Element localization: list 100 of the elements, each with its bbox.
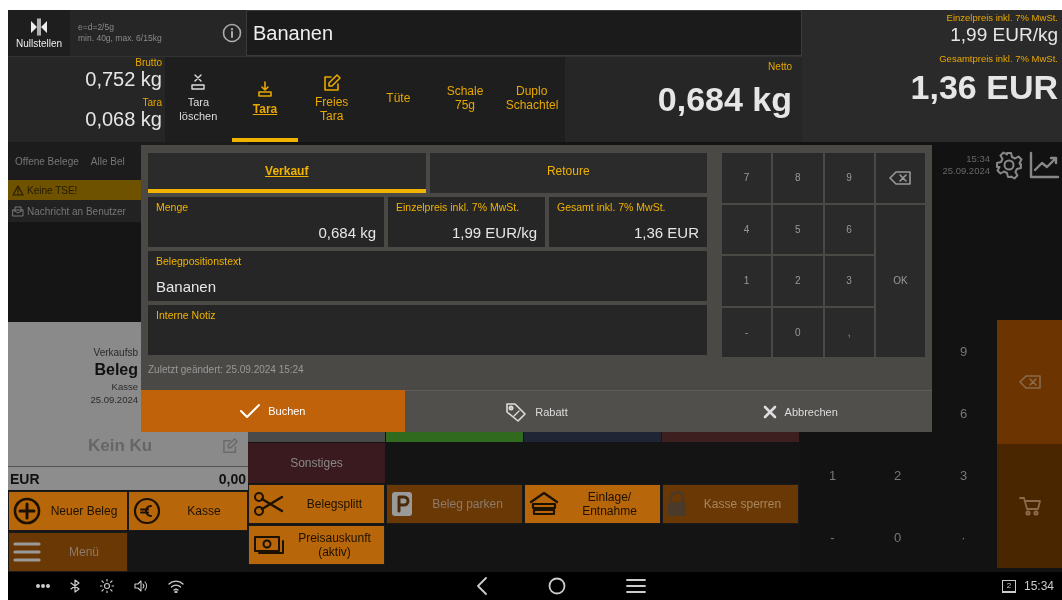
action-button[interactable]: Einlage/ Entnahme	[524, 484, 661, 524]
zero-icon	[29, 17, 49, 36]
category-tile[interactable]	[248, 432, 385, 442]
close-icon	[762, 404, 777, 419]
back-icon	[476, 577, 488, 595]
receipt-tab[interactable]: Alle Bel	[90, 155, 125, 167]
input-field[interactable]: Interne Notiz	[148, 305, 707, 355]
keypad-key[interactable]: 1	[800, 444, 865, 506]
keypad-key[interactable]: -	[722, 307, 772, 357]
keypad-key[interactable]: 8	[773, 153, 823, 203]
scale-spec: e=d=2/5g	[78, 22, 115, 33]
tag-icon	[505, 401, 528, 422]
wifi-icon	[168, 579, 184, 593]
clock-date: 25.09.2024	[942, 164, 990, 177]
article-title: Bananen	[246, 10, 802, 56]
unit-price: 1,99 EUR/kg	[950, 23, 1058, 47]
tare-label: Tara	[142, 97, 162, 108]
keypad-key[interactable]: 9	[824, 153, 874, 203]
category-tile[interactable]	[524, 432, 661, 442]
zero-button[interactable]: Nullstellen	[8, 10, 70, 56]
keypad-key[interactable]: 6	[824, 204, 874, 254]
edit-icon	[222, 438, 240, 454]
keypad-key[interactable]: 4	[722, 204, 772, 254]
tare-option[interactable]: Duplo Schachtel	[498, 57, 566, 142]
cart-button[interactable]	[997, 444, 1062, 568]
volume-icon	[134, 579, 148, 593]
keypad-key[interactable]: 2	[773, 256, 823, 306]
backspace-button[interactable]	[875, 153, 925, 203]
cancel-button[interactable]: Abbrechen	[668, 390, 932, 432]
keypad-key[interactable]: 5	[773, 204, 823, 254]
lock-icon	[667, 491, 687, 517]
action-button[interactable]: Kasse	[128, 491, 248, 531]
input-field[interactable]: Einzelpreis inkl. 7% MwSt. 1,99 EUR/kg	[388, 197, 545, 247]
keypad-key[interactable]: -	[800, 506, 865, 568]
plus-circle-icon	[13, 497, 41, 525]
input-field[interactable]: Gesamt inkl. 7% MwSt. 1,36 EUR	[549, 197, 707, 247]
scale-spec: min. 40g, max. 6/15kg	[78, 33, 163, 44]
tare-icon	[255, 79, 275, 100]
keypad-key[interactable]: ·	[930, 506, 997, 568]
input-field[interactable]: Belegpositionstext Bananen	[148, 251, 707, 301]
receipt-total: 0,00	[218, 470, 246, 487]
keypad-key[interactable]: 3	[930, 444, 997, 506]
receipt-type: Verkaufsb	[93, 346, 138, 360]
edit-icon	[321, 72, 342, 93]
brightness-icon	[100, 579, 114, 593]
keypad-key[interactable]: 1	[722, 256, 772, 306]
book-button[interactable]: Buchen	[141, 390, 405, 432]
gross-weight: 0,752 kg	[85, 68, 162, 91]
keypad-key[interactable]: 7	[722, 153, 772, 203]
mail-icon	[12, 205, 24, 217]
euro-circle-icon	[133, 497, 161, 525]
receipt-title: Beleg	[94, 360, 138, 380]
category-tile[interactable]	[386, 432, 523, 442]
keypad-key[interactable]: 0	[773, 307, 823, 357]
discount-button[interactable]: Rabatt	[404, 390, 669, 432]
keypad-key[interactable]: 3	[824, 256, 874, 306]
currency-label: EUR	[10, 470, 40, 487]
tare-option[interactable]: Schale 75g	[431, 57, 499, 142]
receipt-tab[interactable]: Offene Belege	[15, 155, 79, 167]
modified-note: Zuletzt geändert: 25.09.2024 15:24	[148, 364, 305, 375]
bluetooth-icon	[70, 579, 80, 593]
clock-time: 15:34	[966, 152, 990, 165]
tare-weight: 0,068 kg	[85, 108, 162, 131]
action-button[interactable]: Belegsplitt	[248, 484, 385, 524]
receipt-date: 25.09.2024	[90, 393, 138, 406]
net-weight: 0,684 kg	[657, 80, 792, 119]
category-tile[interactable]: Sonstiges	[248, 443, 385, 483]
settings-icon	[994, 149, 1024, 180]
tare-option[interactable]: Freies Tara	[298, 57, 365, 142]
net-label: Netto	[768, 61, 792, 72]
keypad-key[interactable]: 0	[865, 506, 930, 568]
keypad-key[interactable]: 6	[930, 382, 997, 444]
cart-icon	[1018, 496, 1041, 516]
category-tile[interactable]	[662, 432, 799, 442]
menu-icon	[626, 578, 646, 594]
dialog-tab[interactable]: Retoure	[429, 153, 707, 193]
scissors-icon	[253, 491, 285, 517]
input-field[interactable]: Menge 0,684 kg	[148, 197, 384, 247]
info-icon	[222, 23, 242, 43]
backspace-icon	[889, 170, 912, 185]
action-button[interactable]: Preisauskunft (aktiv)	[248, 525, 385, 565]
action-button[interactable]: Neuer Beleg	[8, 491, 128, 531]
backspace-icon	[1018, 375, 1041, 389]
dialog-tab[interactable]: Verkauf	[148, 153, 426, 193]
tare-option[interactable]: Tüte	[365, 57, 432, 142]
menu-icon	[13, 540, 41, 564]
warning-icon	[12, 184, 24, 196]
more-icon	[36, 584, 50, 588]
total-price-label: Gesamtpreis inkl. 7% MwSt.	[939, 53, 1058, 64]
total-price: 1,36 EUR	[910, 68, 1058, 107]
ok-button[interactable]: OK	[875, 204, 925, 357]
keypad-key[interactable]: ,	[824, 307, 874, 357]
keypad-key[interactable]: 9	[930, 320, 997, 382]
tare-option[interactable]: Tara löschen	[165, 57, 232, 142]
status-time: 15:34	[1023, 579, 1054, 593]
register-name: Kasse	[111, 380, 138, 393]
window-count: 2	[1001, 579, 1016, 593]
banknote-icon	[253, 533, 285, 557]
unit-price-label: Einzelpreis inkl. 7% MwSt.	[946, 12, 1058, 23]
keypad-key[interactable]: 2	[865, 444, 930, 506]
